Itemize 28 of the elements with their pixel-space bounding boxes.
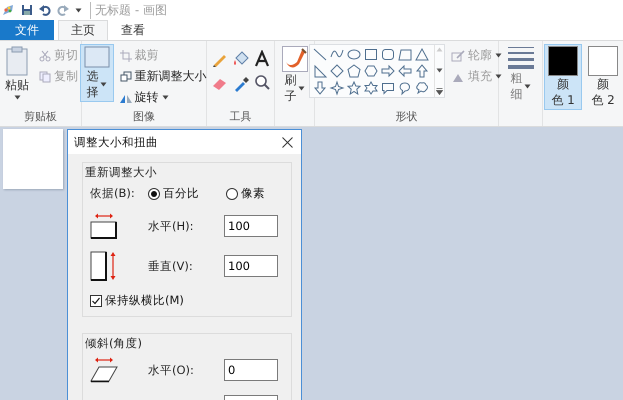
- window-title: 无标题 - 画图: [90, 2, 167, 18]
- field-label: 垂直(V):: [148, 258, 194, 274]
- ribbon-tab[interactable]: 主页: [58, 20, 108, 40]
- field-label: 水平(H):: [148, 218, 194, 234]
- dialog-title: 调整大小和扭曲: [74, 134, 158, 150]
- group-label: 图像: [133, 109, 155, 125]
- select-button[interactable]: 选择: [80, 44, 114, 102]
- size-button[interactable]: 粗细: [504, 44, 538, 104]
- input-field[interactable]: 0: [224, 359, 278, 381]
- brushes-button[interactable]: 刷子: [278, 44, 312, 106]
- color-button[interactable]: 颜色 2: [584, 44, 622, 110]
- color-button[interactable]: 颜色 1: [544, 44, 582, 110]
- input-field[interactable]: 100: [224, 255, 278, 277]
- field-label: 依据(B):: [90, 186, 136, 201]
- radio-option[interactable]: 百分比: [148, 186, 226, 201]
- group-label: 工具: [230, 109, 252, 125]
- file-menu-tab[interactable]: 文件: [0, 20, 54, 40]
- radio-option[interactable]: 像素: [226, 186, 265, 201]
- section-title: 重新调整大小: [84, 164, 158, 180]
- paste-button[interactable]: 粘贴: [1, 44, 33, 102]
- group-label: 形状: [396, 109, 418, 125]
- section-title: 倾斜(角度): [84, 335, 143, 351]
- rotate-button[interactable]: 旋转: [118, 88, 208, 107]
- input-field[interactable]: 100: [224, 215, 278, 237]
- group-label: 剪贴板: [24, 109, 57, 125]
- field-label: 水平(O):: [148, 362, 195, 378]
- resize-button[interactable]: 重新调整大小: [118, 67, 208, 86]
- keep-ratio-checkbox[interactable]: 保持纵横比(M): [90, 293, 291, 308]
